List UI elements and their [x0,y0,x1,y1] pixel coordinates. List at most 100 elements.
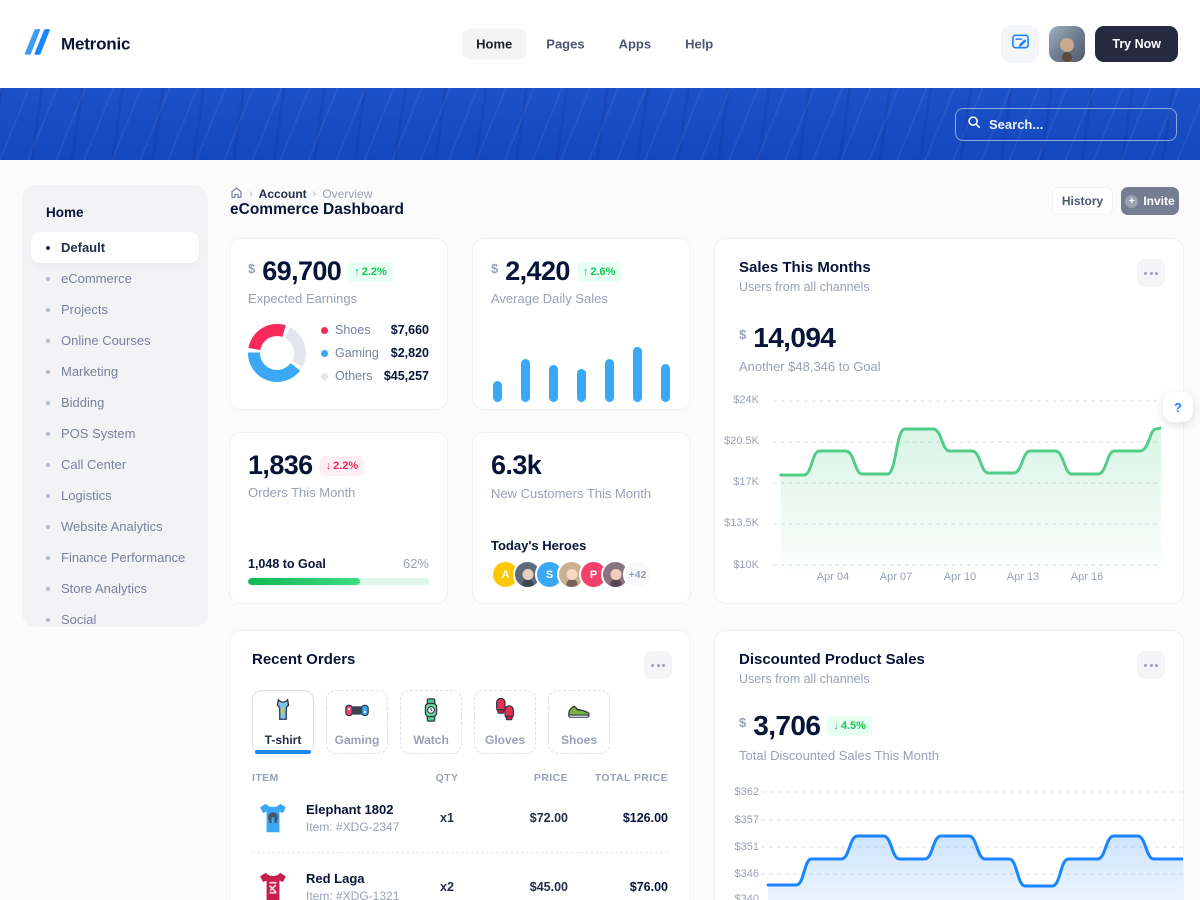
expected-earnings-label: Expected Earnings [248,291,429,306]
sidebar-item-social[interactable]: Social [31,604,199,627]
sidebar-item-logistics[interactable]: Logistics [31,480,199,511]
breadcrumb-separator: › [249,188,253,200]
tab-watch[interactable]: Watch [400,690,462,754]
breadcrumb-overview[interactable]: Overview [322,187,372,201]
earnings-legend: Shoes $7,660 Gaming $2,820 Others $45,25… [321,323,429,383]
bar [605,359,614,402]
delta-badge: ↓4.5% [827,716,872,736]
avatar-more-count[interactable]: +42 [623,560,652,589]
arrow-down-icon: ↓ [833,720,839,732]
search-input[interactable] [989,117,1165,132]
tab-label: Watch [413,733,449,747]
discounted-value: 3,706 [753,712,820,740]
column-qty: QTY [418,772,476,784]
brand-logo[interactable]: Metronic [22,28,130,61]
orders-label: Orders This Month [248,485,429,500]
sales-month-value: 14,094 [753,324,835,352]
sidebar-item-marketing[interactable]: Marketing [31,356,199,387]
product-item-code: Item: #XDG-2347 [306,820,399,834]
sidebar-item-bidding[interactable]: Bidding [31,387,199,418]
column-total-price: TOTAL PRICE [568,772,668,784]
try-now-button[interactable]: Try Now [1095,26,1178,62]
invite-label: Invite [1143,194,1174,208]
tab-label: Shoes [561,733,597,747]
currency-sign: $ [739,327,746,342]
sidebar-heading: Home [46,205,199,220]
product-price: $45.00 [476,880,568,894]
x-tick: Apr 13 [1007,571,1039,583]
sidebar-item-label: Logistics [61,488,112,503]
breadcrumb-account[interactable]: Account [259,187,307,201]
product-name[interactable]: Red Laga [306,871,399,886]
y-tick: $20.5K [715,435,759,447]
breadcrumb: › Account › Overview [230,186,372,202]
bullet-icon [46,556,50,560]
legend-name: Shoes [335,323,370,337]
tab-tshirt[interactable]: T-shirt [252,690,314,754]
app-header: Metronic Home Pages Apps Help Try Now [0,0,1200,88]
sales-goal-label: Another $48,346 to Goal [739,359,1159,374]
nav-apps[interactable]: Apps [605,29,666,60]
card-title: Sales This Months [739,259,1159,276]
card-menu-button[interactable] [644,651,672,679]
bullet-icon [46,246,50,250]
product-name[interactable]: Elephant 1802 [306,802,399,817]
sidebar-item-projects[interactable]: Projects [31,294,199,325]
history-button[interactable]: History [1052,187,1113,215]
sidebar-item-pos-system[interactable]: POS System [31,418,199,449]
help-button[interactable]: ? [1163,392,1193,422]
tab-shoes[interactable]: Shoes [548,690,610,754]
sidebar-item-store-analytics[interactable]: Store Analytics [31,573,199,604]
gloves-icon [492,697,518,728]
invite-button[interactable]: + Invite [1121,187,1179,215]
sidebar-item-website-analytics[interactable]: Website Analytics [31,511,199,542]
product-thumbnail [252,866,294,900]
currency-sign: $ [491,261,498,276]
bullet-icon [46,618,50,622]
y-tick: $10K [715,559,759,571]
delta-badge: ↑2.2% [348,262,393,282]
bullet-icon [46,401,50,405]
search-box[interactable] [955,108,1177,141]
sidebar-item-default[interactable]: Default [31,232,199,263]
sidebar-item-online-courses[interactable]: Online Courses [31,325,199,356]
nav-home[interactable]: Home [462,29,526,60]
orders-this-month-card: 1,836 ↓2.2% Orders This Month 1,048 to G… [229,432,448,604]
column-price: PRICE [476,772,568,784]
arrow-down-icon: ↓ [326,460,332,472]
nav-pages[interactable]: Pages [532,29,598,60]
sidebar-item-ecommerce[interactable]: eCommerce [31,263,199,294]
page-title: eCommerce Dashboard [230,201,404,219]
sidebar-item-finance-performance[interactable]: Finance Performance [31,542,199,573]
legend-name: Gaming [335,346,379,360]
y-tick: $357 [715,814,759,826]
table-row[interactable]: Elephant 1802 Item: #XDG-2347 x1 $72.00 … [252,784,668,852]
layout-builder-button[interactable] [1001,25,1039,63]
legend-value: $45,257 [384,369,429,383]
goal-label: 1,048 to Goal [248,557,326,571]
table-row[interactable]: Red Laga Item: #XDG-1321 x2 $45.00 $76.0… [252,852,668,900]
product-qty: x1 [418,811,476,825]
bullet-icon [46,370,50,374]
bullet-icon [46,463,50,467]
plus-icon: + [1125,195,1138,208]
sidebar-item-call-center[interactable]: Call Center [31,449,199,480]
sidebar-item-label: Finance Performance [61,550,185,565]
home-icon[interactable] [230,186,243,202]
product-total: $126.00 [568,811,668,825]
legend-dot [321,350,328,357]
user-avatar[interactable] [1049,26,1085,62]
new-customers-value: 6.3k [491,452,672,479]
bullet-icon [46,432,50,436]
bullet-icon [46,339,50,343]
delta-value: 2.2% [333,460,358,472]
card-menu-button[interactable] [1137,651,1165,679]
card-menu-button[interactable] [1137,259,1165,287]
tab-label: Gaming [335,733,380,747]
x-tick: Apr 04 [817,571,849,583]
nav-help[interactable]: Help [671,29,727,60]
tab-gloves[interactable]: Gloves [474,690,536,754]
y-tick: $362 [715,786,759,798]
delta-value: 4.5% [841,720,866,732]
tab-gaming[interactable]: Gaming [326,690,388,754]
